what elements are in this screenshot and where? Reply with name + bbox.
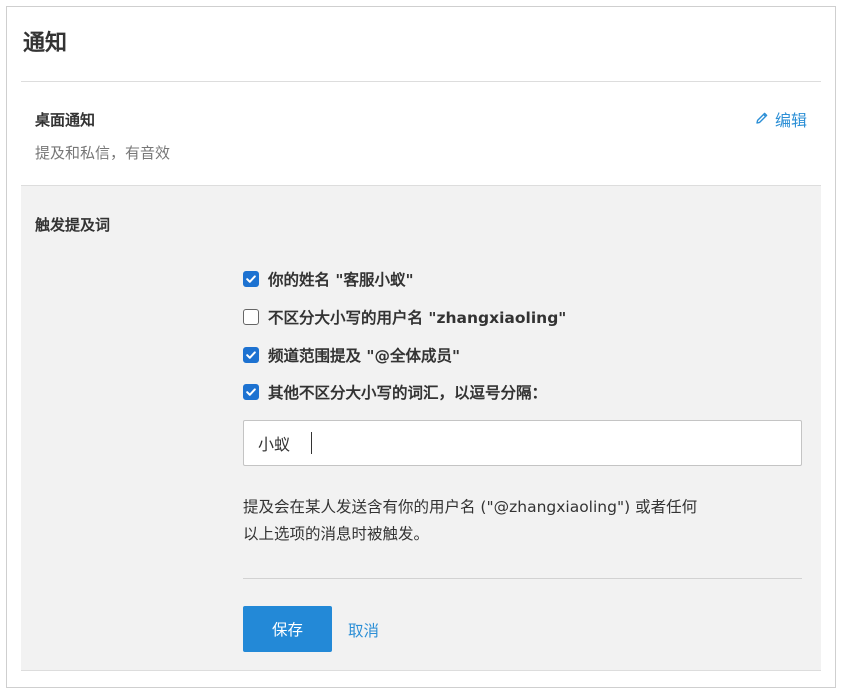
notification-settings-panel: 通知 桌面通知 提及和私信，有音效 编辑 触发提及词 你的姓名 "客服小蚁" 不… — [6, 6, 836, 688]
option-your-name[interactable]: 你的姓名 "客服小蚁" — [243, 268, 414, 290]
text-cursor — [311, 432, 312, 454]
cancel-button[interactable]: 取消 — [348, 619, 379, 641]
option-custom-keywords[interactable]: 其他不区分大小写的词汇，以逗号分隔： — [243, 381, 547, 403]
checkbox-username[interactable] — [243, 309, 259, 325]
checkmark-icon — [246, 388, 256, 396]
help-text: 提及会在某人发送含有你的用户名 ("@zhangxiaoling") 或者任何 … — [243, 494, 813, 548]
checkbox-custom-keywords[interactable] — [243, 384, 259, 400]
divider — [243, 578, 802, 579]
checkmark-icon — [246, 351, 256, 359]
option-label: 不区分大小写的用户名 "zhangxiaoling" — [268, 309, 567, 327]
mention-keywords-section: 触发提及词 你的姓名 "客服小蚁" 不区分大小写的用户名 "zhangxiaol… — [21, 185, 821, 671]
checkbox-channel-mentions[interactable] — [243, 347, 259, 363]
option-label: 其他不区分大小写的词汇，以逗号分隔： — [268, 384, 548, 402]
edit-link[interactable]: 编辑 — [755, 107, 807, 131]
option-label: 你的姓名 "客服小蚁" — [268, 271, 414, 289]
help-text-line: 提及会在某人发送含有你的用户名 ("@zhangxiaoling") 或者任何 — [243, 498, 698, 516]
option-username[interactable]: 不区分大小写的用户名 "zhangxiaoling" — [243, 306, 566, 328]
desktop-notifications-title: 桌面通知 — [35, 111, 96, 129]
help-text-line: 以上选项的消息时被触发。 — [243, 525, 430, 543]
pencil-icon — [755, 110, 769, 129]
custom-keywords-input[interactable] — [243, 420, 802, 466]
checkmark-icon — [246, 275, 256, 283]
checkbox-your-name[interactable] — [243, 271, 259, 287]
edit-label: 编辑 — [774, 111, 807, 130]
desktop-notifications-summary: 提及和私信，有音效 — [35, 144, 171, 162]
option-channel-mentions[interactable]: 频道范围提及 "@全体成员" — [243, 344, 460, 366]
option-label: 频道范围提及 "@全体成员" — [268, 347, 461, 365]
save-button[interactable]: 保存 — [243, 606, 332, 652]
desktop-notifications-section: 桌面通知 提及和私信，有音效 编辑 — [21, 82, 821, 185]
page-title: 通知 — [23, 31, 68, 56]
mention-keywords-title: 触发提及词 — [35, 216, 111, 234]
